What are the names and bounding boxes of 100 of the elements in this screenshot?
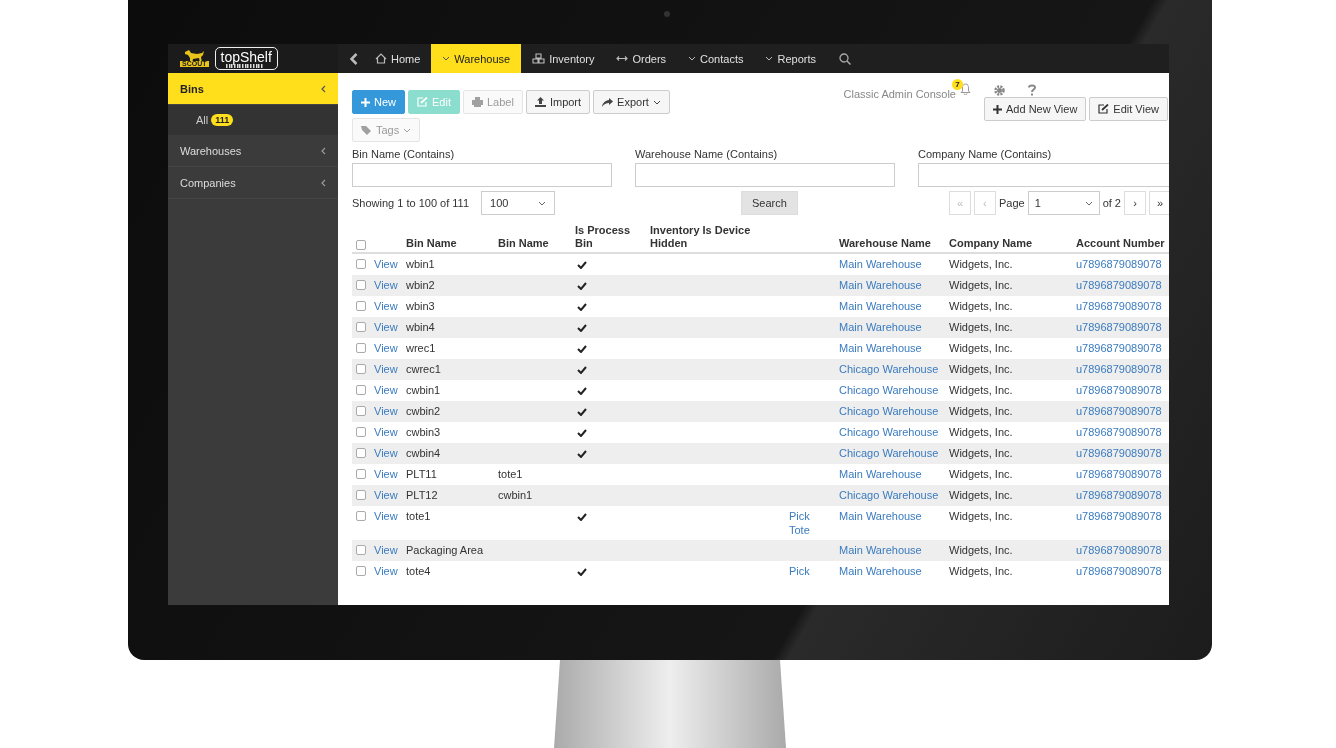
column-header[interactable]: Bin Name (402, 223, 494, 253)
row-checkbox[interactable] (356, 280, 366, 290)
toolbar-button[interactable]: Export (593, 90, 670, 114)
share-arrow-icon (602, 97, 614, 107)
row-checkbox[interactable] (356, 545, 366, 555)
caret-icon (652, 99, 661, 105)
warehouse-link[interactable]: Main Warehouse (839, 300, 922, 312)
view-button[interactable]: Add New View (984, 97, 1087, 121)
account-link[interactable]: u7896879089078 (1076, 384, 1162, 396)
brand-logo[interactable]: topShelf (214, 47, 278, 70)
table-cell: Widgets, Inc. (949, 342, 1013, 354)
type-link[interactable]: Pick (789, 564, 819, 578)
account-link[interactable]: u7896879089078 (1076, 426, 1162, 438)
warehouse-link[interactable]: Main Warehouse (839, 510, 922, 522)
row-checkbox[interactable] (356, 322, 366, 332)
row-checkbox[interactable] (356, 448, 366, 458)
table-cell: Widgets, Inc. (949, 384, 1013, 396)
page-size-select[interactable]: 100 (481, 191, 555, 215)
back-chevron-icon[interactable] (350, 52, 358, 65)
nav-tab[interactable]: Reports (754, 44, 827, 73)
filter-field[interactable] (918, 163, 1169, 187)
search-icon[interactable] (839, 52, 851, 65)
column-header[interactable]: Is Process Bin (571, 223, 646, 253)
row-checkbox[interactable] (356, 364, 366, 374)
row-checkbox[interactable] (356, 490, 366, 500)
bell-icon[interactable] (960, 83, 971, 95)
warehouse-link[interactable]: Chicago Warehouse (839, 426, 939, 438)
table-cell: tote1 (406, 510, 431, 522)
sidebar-item[interactable]: Bins (168, 73, 338, 105)
page-label: Page (998, 197, 1025, 209)
view-link[interactable]: View (374, 258, 398, 270)
view-link[interactable]: View (374, 565, 398, 577)
row-checkbox[interactable] (356, 259, 366, 269)
page-select[interactable]: 1 (1027, 191, 1100, 215)
console-link[interactable]: Classic Admin Console (843, 88, 956, 100)
account-link[interactable]: u7896879089078 (1076, 510, 1162, 522)
nav-tab[interactable]: Contacts (677, 44, 755, 73)
filter-label: Warehouse Name (Contains) (635, 148, 779, 160)
row-checkbox[interactable] (356, 385, 366, 395)
filter-field[interactable] (635, 163, 895, 187)
caret-icon (538, 200, 546, 206)
column-header[interactable]: Account Number (1072, 223, 1169, 253)
table-cell: PLT12 (406, 489, 438, 501)
plus-icon (993, 104, 1002, 114)
row-checkbox[interactable] (356, 469, 366, 479)
table-cell: Widgets, Inc. (949, 426, 1013, 438)
filter-label: Bin Name (Contains) (352, 148, 456, 160)
nav-tab[interactable]: Orders (605, 44, 678, 73)
account-link[interactable]: u7896879089078 (1076, 565, 1162, 577)
table-cell: wrec1 (406, 342, 436, 354)
sidebar-item[interactable]: Warehouses (168, 135, 338, 167)
help-icon[interactable] (1028, 84, 1036, 96)
table-cell: cwbin3 (406, 426, 441, 438)
row-checkbox[interactable] (356, 511, 366, 521)
home-icon (375, 53, 387, 64)
last-page-button[interactable]: » (1149, 191, 1169, 215)
column-header[interactable]: Inventory Is Device Hidden (646, 223, 785, 253)
toolbar-button[interactable]: New (352, 90, 405, 114)
row-checkbox[interactable] (356, 343, 366, 353)
nav-tab[interactable]: Home (364, 44, 432, 73)
row-checkbox[interactable] (356, 406, 366, 416)
view-link[interactable]: View (374, 426, 398, 438)
warehouse-link[interactable]: Main Warehouse (839, 342, 922, 354)
toolbar-button[interactable]: Import (525, 90, 591, 114)
view-link[interactable]: View (374, 300, 398, 312)
type-link[interactable]: Pick Tote (789, 509, 819, 537)
view-link[interactable]: View (374, 510, 398, 522)
table-cell: Widgets, Inc. (949, 279, 1013, 291)
table-cell: Packaging Area (406, 544, 484, 556)
column-header[interactable]: Warehouse Name (835, 223, 945, 253)
warehouse-link[interactable]: Main Warehouse (839, 468, 922, 480)
search-button[interactable]: Search (741, 191, 798, 215)
view-link[interactable]: View (374, 342, 398, 354)
view-button[interactable]: Edit View (1089, 97, 1168, 121)
account-link[interactable]: u7896879089078 (1076, 258, 1162, 270)
caret-icon (688, 56, 697, 61)
account-link[interactable]: u7896879089078 (1076, 300, 1162, 312)
table-cell: Widgets, Inc. (949, 544, 1013, 556)
column-header[interactable]: Company Name (945, 223, 1072, 253)
sidebar-item[interactable]: Companies (168, 167, 338, 199)
table-cell: Widgets, Inc. (949, 405, 1013, 417)
next-page-button[interactable]: › (1124, 191, 1146, 215)
account-link[interactable]: u7896879089078 (1076, 342, 1162, 354)
warehouse-link[interactable]: Chicago Warehouse (839, 384, 939, 396)
row-checkbox[interactable] (356, 566, 366, 576)
view-link[interactable]: View (374, 468, 398, 480)
select-all-checkbox[interactable] (356, 240, 366, 250)
account-link[interactable]: u7896879089078 (1076, 468, 1162, 480)
row-checkbox[interactable] (356, 427, 366, 437)
column-header[interactable]: Bin Name (494, 223, 571, 253)
warehouse-link[interactable]: Main Warehouse (839, 258, 922, 270)
upload-icon (534, 97, 546, 107)
view-link[interactable]: View (374, 384, 398, 396)
nav-tab[interactable]: Inventory (521, 44, 606, 73)
filter-field[interactable] (352, 163, 612, 187)
row-checkbox[interactable] (356, 301, 366, 311)
settings-icon[interactable] (993, 83, 1006, 97)
warehouse-link[interactable]: Main Warehouse (839, 565, 922, 577)
sidebar-subitem[interactable]: All (196, 114, 209, 126)
nav-tab[interactable]: Warehouse (431, 44, 522, 73)
